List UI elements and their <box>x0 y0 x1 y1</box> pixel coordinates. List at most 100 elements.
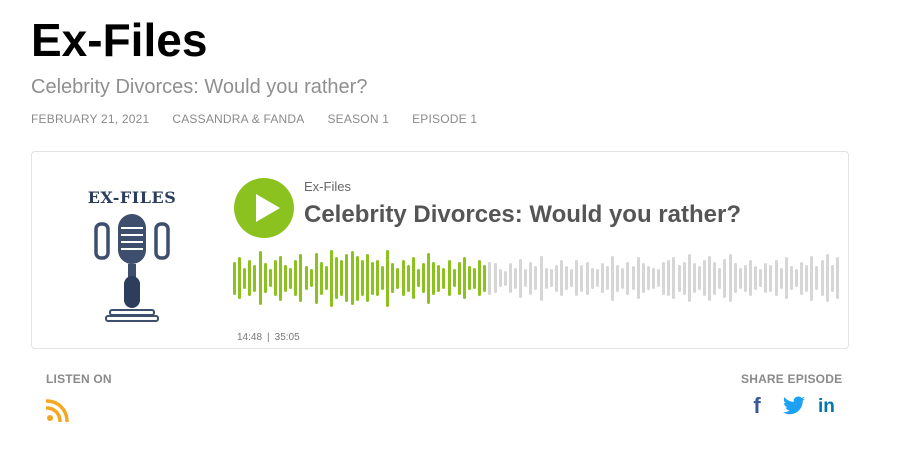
waveform-bar[interactable] <box>350 251 354 305</box>
waveform-bar[interactable] <box>319 261 323 295</box>
waveform-bar[interactable] <box>278 255 282 301</box>
twitter-icon[interactable] <box>782 394 806 418</box>
waveform-bar[interactable] <box>268 269 272 287</box>
waveform-bar[interactable] <box>743 264 747 292</box>
waveform-bar[interactable] <box>565 266 569 290</box>
waveform-bar[interactable] <box>411 257 415 299</box>
waveform-bar[interactable] <box>427 252 431 304</box>
waveform-bar[interactable] <box>233 261 236 295</box>
waveform-bar[interactable] <box>754 266 758 290</box>
waveform-bar[interactable] <box>468 266 472 290</box>
waveform-bar[interactable] <box>769 264 773 292</box>
waveform-bar[interactable] <box>600 263 604 293</box>
waveform-bar[interactable] <box>386 249 390 307</box>
waveform-bar[interactable] <box>626 261 630 295</box>
waveform-bar[interactable] <box>749 260 753 296</box>
waveform-bar[interactable] <box>549 269 553 287</box>
waveform-bar[interactable] <box>825 254 829 302</box>
waveform-bar[interactable] <box>672 257 676 299</box>
waveform-bar[interactable] <box>493 263 497 293</box>
waveform-bar[interactable] <box>616 264 620 292</box>
waveform-bar[interactable] <box>708 255 712 301</box>
waveform-bar[interactable] <box>370 261 374 295</box>
waveform-bar[interactable] <box>544 267 548 289</box>
waveform-bar[interactable] <box>498 269 502 287</box>
waveform-bar[interactable] <box>360 260 364 296</box>
waveform-bar[interactable] <box>728 254 732 302</box>
waveform-bar[interactable] <box>641 263 645 293</box>
waveform-bar[interactable] <box>795 269 799 287</box>
waveform-bar[interactable] <box>248 260 252 296</box>
waveform-bar[interactable] <box>508 263 512 293</box>
waveform-bar[interactable] <box>529 261 533 295</box>
waveform-bar[interactable] <box>534 266 538 290</box>
waveform-bar[interactable] <box>667 260 671 296</box>
waveform-bar[interactable] <box>621 267 625 289</box>
waveform-bar[interactable] <box>800 261 804 295</box>
waveform-bar[interactable] <box>335 257 339 299</box>
waveform-bar[interactable] <box>340 260 344 296</box>
waveform-bar[interactable] <box>713 261 717 295</box>
waveform-bar[interactable] <box>575 260 579 296</box>
waveform-bar[interactable] <box>437 264 441 292</box>
waveform-bar[interactable] <box>631 266 635 290</box>
waveform-bar[interactable] <box>682 261 686 295</box>
waveform-bar[interactable] <box>422 263 426 293</box>
waveform-bar[interactable] <box>462 257 466 299</box>
waveform-bar[interactable] <box>406 264 410 292</box>
waveform-bar[interactable] <box>284 264 288 292</box>
waveform-bar[interactable] <box>733 263 737 293</box>
waveform-bar[interactable] <box>554 264 558 292</box>
waveform-bar[interactable] <box>524 269 528 287</box>
waveform-bar[interactable] <box>692 263 696 293</box>
waveform-bar[interactable] <box>595 269 599 287</box>
waveform-bar[interactable] <box>416 269 420 287</box>
waveform-bar[interactable] <box>590 267 594 289</box>
waveform-bar[interactable] <box>452 269 456 287</box>
waveform-bar[interactable] <box>764 263 768 293</box>
waveform-bar[interactable] <box>784 257 788 299</box>
waveform-bar[interactable] <box>570 269 574 287</box>
waveform-bar[interactable] <box>723 258 727 298</box>
waveform-bar[interactable] <box>503 270 507 286</box>
waveform-scrubber[interactable] <box>233 248 841 308</box>
waveform-bar[interactable] <box>457 261 461 295</box>
rss-icon[interactable] <box>46 398 70 422</box>
waveform-bar[interactable] <box>810 255 814 301</box>
waveform-bar[interactable] <box>657 269 661 287</box>
waveform-bar[interactable] <box>304 266 308 290</box>
waveform-bar[interactable] <box>805 264 809 292</box>
waveform-bar[interactable] <box>519 258 523 298</box>
waveform-bar[interactable] <box>243 267 247 289</box>
waveform-bar[interactable] <box>401 260 405 296</box>
waveform-bar[interactable] <box>478 260 482 296</box>
waveform-bar[interactable] <box>559 260 563 296</box>
facebook-icon[interactable]: f <box>746 394 768 418</box>
waveform-bar[interactable] <box>815 266 819 290</box>
waveform-bar[interactable] <box>309 269 313 287</box>
waveform-bar[interactable] <box>483 264 487 292</box>
waveform-bar[interactable] <box>299 254 303 302</box>
waveform-bar[interactable] <box>789 266 793 290</box>
waveform-bar[interactable] <box>738 267 742 289</box>
waveform-bar[interactable] <box>263 263 267 293</box>
waveform-bar[interactable] <box>253 264 257 292</box>
waveform-bar[interactable] <box>442 267 446 289</box>
waveform-bar[interactable] <box>759 269 763 287</box>
waveform-bar[interactable] <box>314 252 318 304</box>
play-button[interactable] <box>234 178 294 238</box>
waveform-bar[interactable] <box>273 260 277 296</box>
waveform-bar[interactable] <box>258 251 262 305</box>
waveform-bar[interactable] <box>697 266 701 290</box>
waveform-bar[interactable] <box>651 267 655 289</box>
waveform-bar[interactable] <box>605 266 609 290</box>
waveform-bar[interactable] <box>355 255 359 301</box>
waveform-bar[interactable] <box>646 266 650 290</box>
waveform-bar[interactable] <box>432 261 436 295</box>
waveform-bar[interactable] <box>324 266 328 290</box>
waveform-bar[interactable] <box>289 267 293 289</box>
waveform-bar[interactable] <box>330 249 334 307</box>
waveform-bar[interactable] <box>345 254 349 302</box>
waveform-bar[interactable] <box>381 266 385 290</box>
waveform-bar[interactable] <box>238 257 242 299</box>
